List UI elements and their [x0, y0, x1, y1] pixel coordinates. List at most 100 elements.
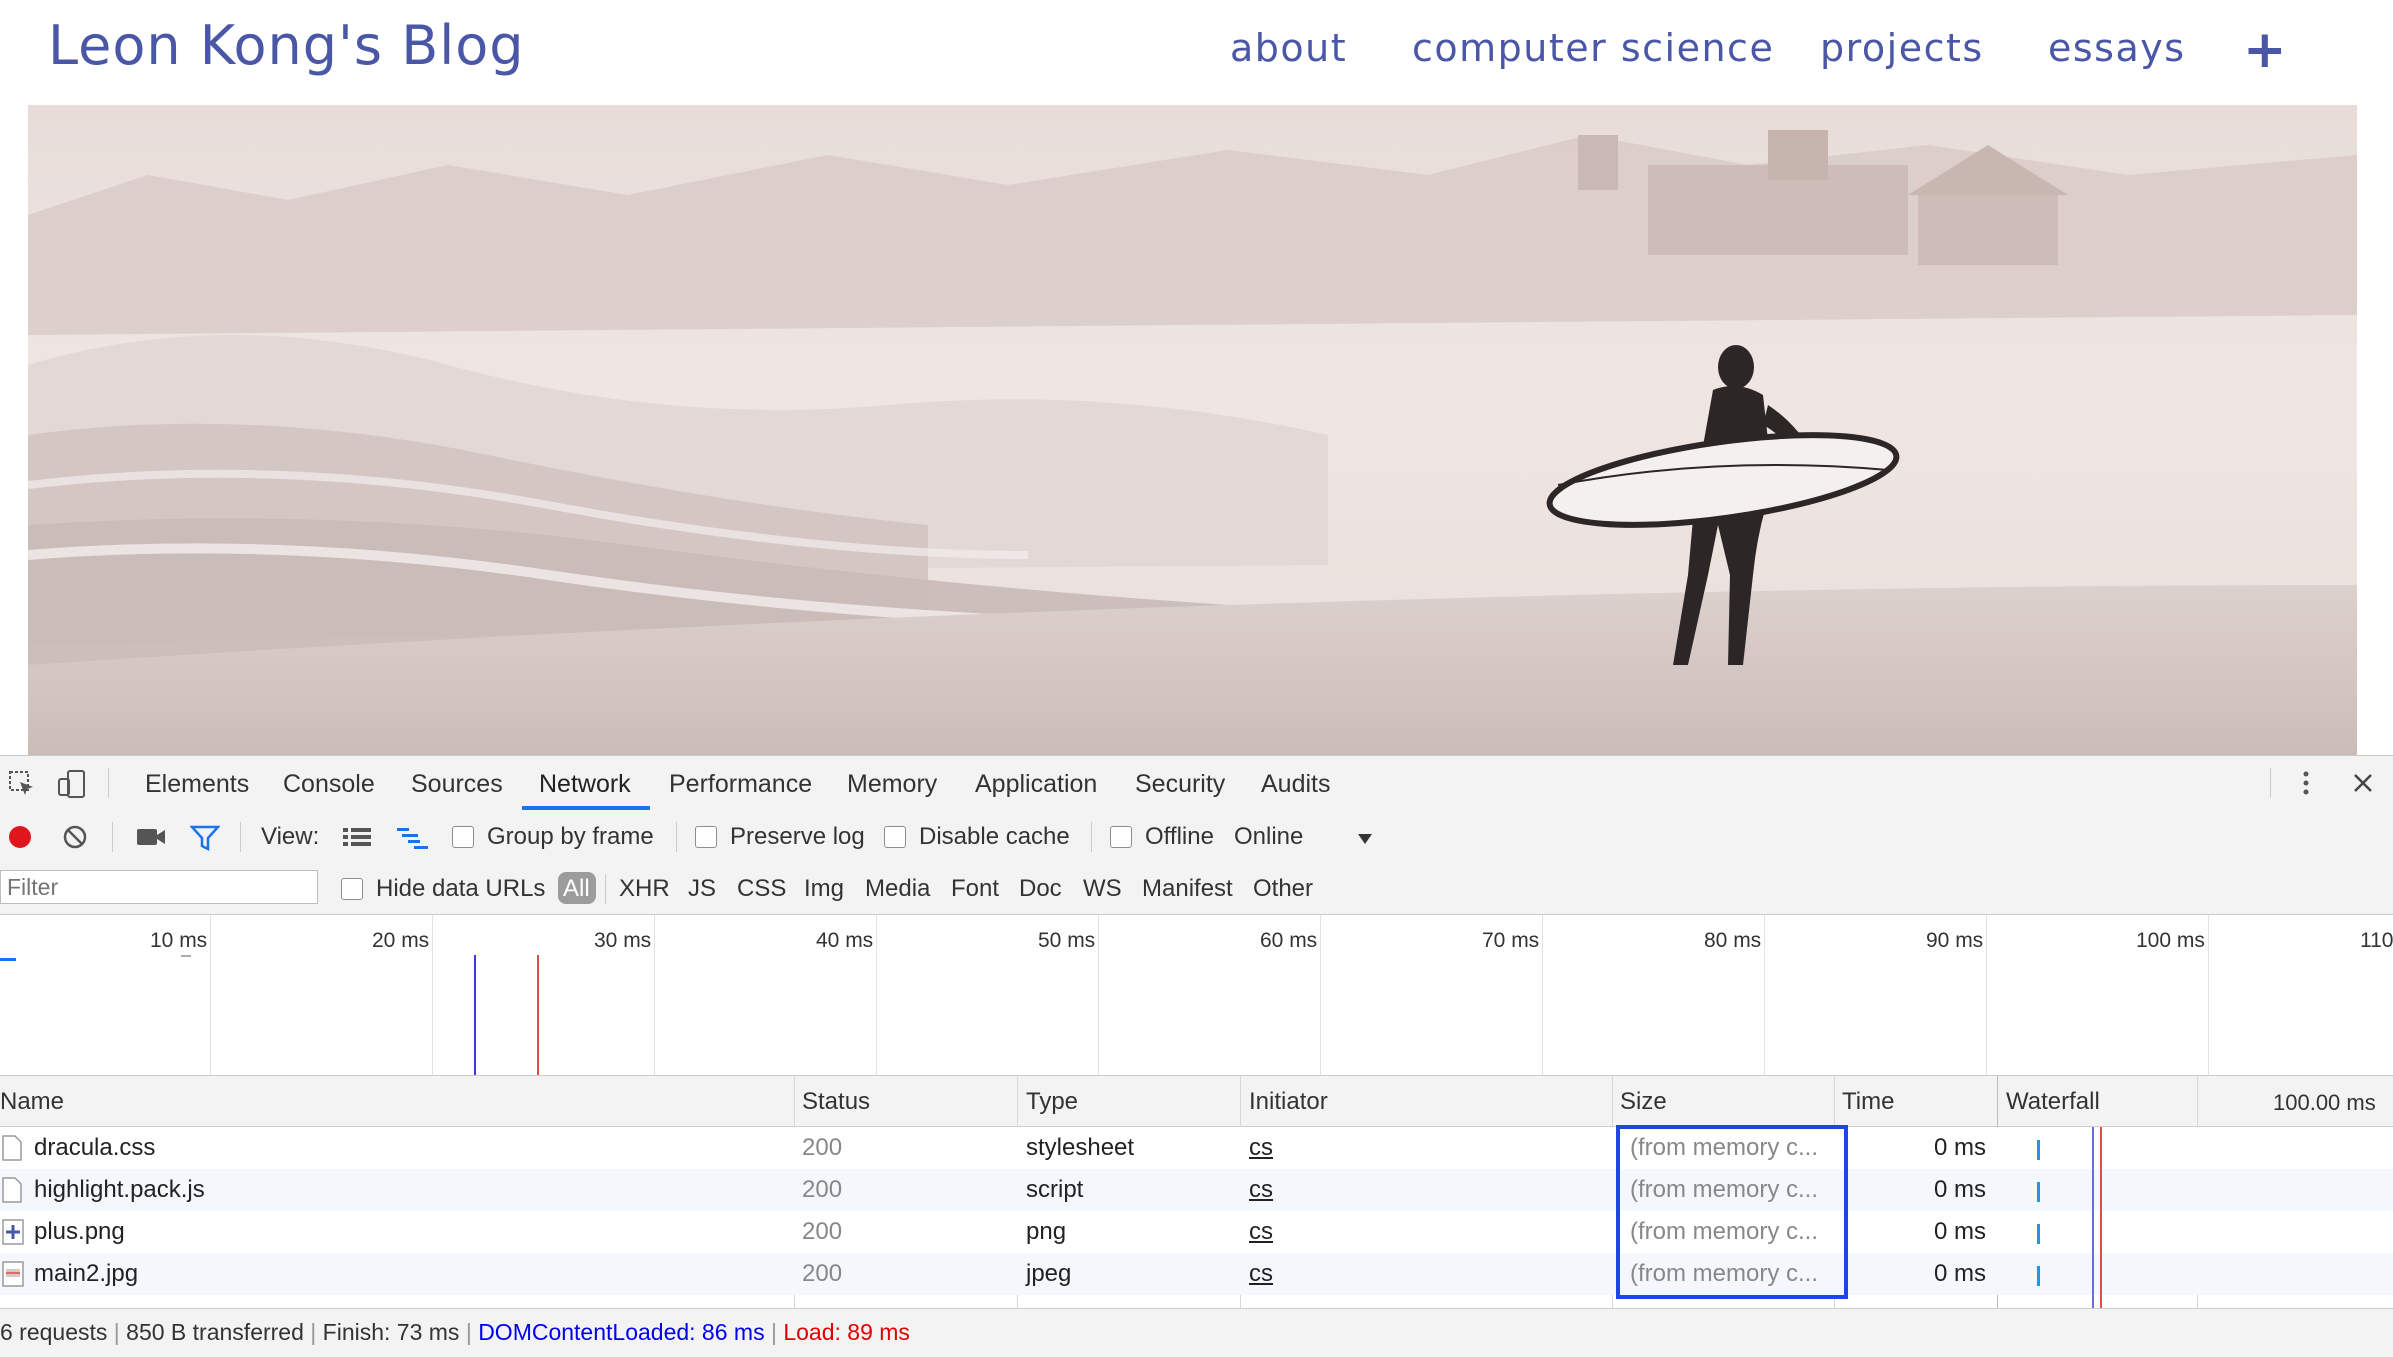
- row-type: jpeg: [1026, 1260, 1072, 1287]
- status-finish: Finish: 73 ms: [322, 1319, 460, 1345]
- tab-network[interactable]: Network: [539, 770, 631, 799]
- type-filter-manifest[interactable]: Manifest: [1142, 875, 1233, 903]
- nav-essays[interactable]: essays: [2048, 26, 2186, 70]
- overview-request-bar: [181, 955, 191, 957]
- requests-table: Name Status Type Initiator Size Time Wat…: [0, 1076, 2393, 1322]
- status-bar: 6 requests | 850 B transferred | Finish:…: [0, 1308, 2393, 1357]
- row-initiator-link[interactable]: cs: [1249, 1176, 1273, 1204]
- throttling-select[interactable]: Online: [1234, 823, 1303, 851]
- waterfall-scale: 100.00 ms: [2273, 1090, 2376, 1115]
- preserve-log-checkbox[interactable]: [695, 826, 717, 848]
- tab-sources[interactable]: Sources: [411, 770, 503, 799]
- row-time: 0 ms: [1934, 1218, 1987, 1245]
- column-header-type[interactable]: Type: [1026, 1088, 1078, 1116]
- capture-screenshots-icon[interactable]: [136, 826, 166, 853]
- tab-audits[interactable]: Audits: [1261, 770, 1330, 799]
- timeline-tick: 20 ms: [372, 929, 430, 952]
- timeline-tick: 40 ms: [816, 929, 874, 952]
- network-toolbar: View: Group by frame Preserve log Disabl…: [0, 810, 2393, 863]
- row-status: 200: [802, 1134, 843, 1161]
- timeline-tick: 70 ms: [1482, 929, 1540, 952]
- row-status: 200: [802, 1218, 843, 1245]
- clear-icon[interactable]: [62, 824, 88, 855]
- hide-data-urls-checkbox[interactable]: [341, 878, 363, 900]
- timeline-tick: 60 ms: [1260, 929, 1318, 952]
- disable-cache-checkbox[interactable]: [884, 826, 906, 848]
- large-rows-icon[interactable]: [342, 826, 372, 853]
- table-row[interactable]: plus.png 200 png cs (from memory c... 0 …: [0, 1211, 2393, 1253]
- row-initiator-link[interactable]: cs: [1249, 1134, 1273, 1162]
- hide-data-urls-label: Hide data URLs: [376, 875, 546, 902]
- tab-application[interactable]: Application: [975, 770, 1097, 799]
- column-header-waterfall[interactable]: Waterfall: [2006, 1088, 2100, 1116]
- overview-timeline[interactable]: 10 ms 20 ms 30 ms 40 ms 50 ms 60 ms 70 m…: [0, 915, 2393, 1076]
- filter-input[interactable]: [0, 870, 318, 904]
- nav-computer-science[interactable]: computer science: [1412, 26, 1774, 70]
- table-row[interactable]: dracula.css 200 stylesheet cs (from memo…: [0, 1127, 2393, 1169]
- status-dom-content-loaded: DOMContentLoaded: 86 ms: [478, 1319, 765, 1345]
- tab-performance[interactable]: Performance: [669, 770, 812, 799]
- waterfall-bar: [2037, 1266, 2040, 1286]
- disable-cache-label: Disable cache: [919, 823, 1070, 850]
- row-name: plus.png: [34, 1218, 125, 1245]
- row-name: highlight.pack.js: [34, 1176, 205, 1203]
- table-row[interactable]: main2.jpg 200 jpeg cs (from memory c... …: [0, 1253, 2393, 1295]
- tab-memory[interactable]: Memory: [847, 770, 937, 799]
- waterfall-bar: [2037, 1140, 2040, 1160]
- column-header-initiator[interactable]: Initiator: [1249, 1088, 1328, 1116]
- size-highlight-box: [1616, 1125, 1848, 1299]
- type-filter-all[interactable]: All: [563, 875, 590, 903]
- nav-plus-icon[interactable]: +: [2243, 24, 2287, 76]
- devtools-panel: Elements Console Sources Network Perform…: [0, 755, 2393, 1357]
- record-icon[interactable]: [7, 824, 33, 855]
- type-filter-xhr[interactable]: XHR: [619, 875, 670, 903]
- devtools-tab-bar: Elements Console Sources Network Perform…: [0, 756, 2393, 811]
- type-filter-doc[interactable]: Doc: [1019, 875, 1062, 903]
- group-by-frame-checkbox[interactable]: [452, 826, 474, 848]
- image-thumbnail-icon: [2, 1261, 24, 1292]
- type-filter-media[interactable]: Media: [865, 875, 930, 903]
- tab-elements[interactable]: Elements: [145, 770, 249, 799]
- overview-request-bar: [0, 958, 16, 961]
- row-name: dracula.css: [34, 1134, 156, 1161]
- column-header-time[interactable]: Time: [1842, 1088, 1894, 1116]
- inspect-element-icon[interactable]: [8, 770, 36, 803]
- timeline-tick: 10 ms: [150, 929, 208, 952]
- more-options-icon[interactable]: [2300, 768, 2312, 803]
- type-filter-ws[interactable]: WS: [1083, 875, 1122, 903]
- waterfall-bar: [2037, 1224, 2040, 1244]
- nav-about[interactable]: about: [1230, 26, 1347, 70]
- row-status: 200: [802, 1176, 843, 1203]
- waterfall-load-line: [2100, 1127, 2102, 1322]
- nav-projects[interactable]: projects: [1820, 26, 1984, 70]
- type-filter-font[interactable]: Font: [951, 875, 999, 903]
- close-devtools-icon[interactable]: [2350, 770, 2376, 801]
- filter-bar: Hide data URLs All XHR JS CSS Img Media …: [0, 862, 2393, 915]
- type-filter-js[interactable]: JS: [688, 875, 716, 903]
- tab-console[interactable]: Console: [283, 770, 375, 799]
- blog-title[interactable]: Leon Kong's Blog: [48, 14, 525, 77]
- type-filter-other[interactable]: Other: [1253, 875, 1313, 903]
- offline-checkbox[interactable]: [1110, 826, 1132, 848]
- row-initiator-link[interactable]: cs: [1249, 1260, 1273, 1288]
- timeline-tick: 110: [2360, 929, 2393, 952]
- status-load: Load: 89 ms: [783, 1319, 910, 1345]
- view-label: View:: [261, 823, 320, 850]
- timeline-tick: 30 ms: [594, 929, 652, 952]
- tab-security[interactable]: Security: [1135, 770, 1225, 799]
- column-header-status[interactable]: Status: [802, 1088, 870, 1116]
- table-row[interactable]: highlight.pack.js 200 script cs (from me…: [0, 1169, 2393, 1211]
- filter-icon[interactable]: [189, 824, 221, 857]
- throttling-dropdown-icon[interactable]: [1357, 832, 1373, 850]
- type-filter-img[interactable]: Img: [804, 875, 844, 903]
- dom-content-loaded-marker: [474, 955, 476, 1075]
- type-filter-css[interactable]: CSS: [737, 875, 786, 903]
- column-header-size[interactable]: Size: [1620, 1088, 1667, 1116]
- waterfall-dom-content-loaded-line: [2092, 1127, 2094, 1322]
- row-initiator-link[interactable]: cs: [1249, 1218, 1273, 1246]
- overview-waterfall-icon[interactable]: [396, 826, 430, 855]
- timeline-tick: 50 ms: [1038, 929, 1096, 952]
- column-header-name[interactable]: Name: [0, 1088, 64, 1116]
- device-toolbar-icon[interactable]: [56, 768, 88, 805]
- load-marker: [537, 955, 539, 1075]
